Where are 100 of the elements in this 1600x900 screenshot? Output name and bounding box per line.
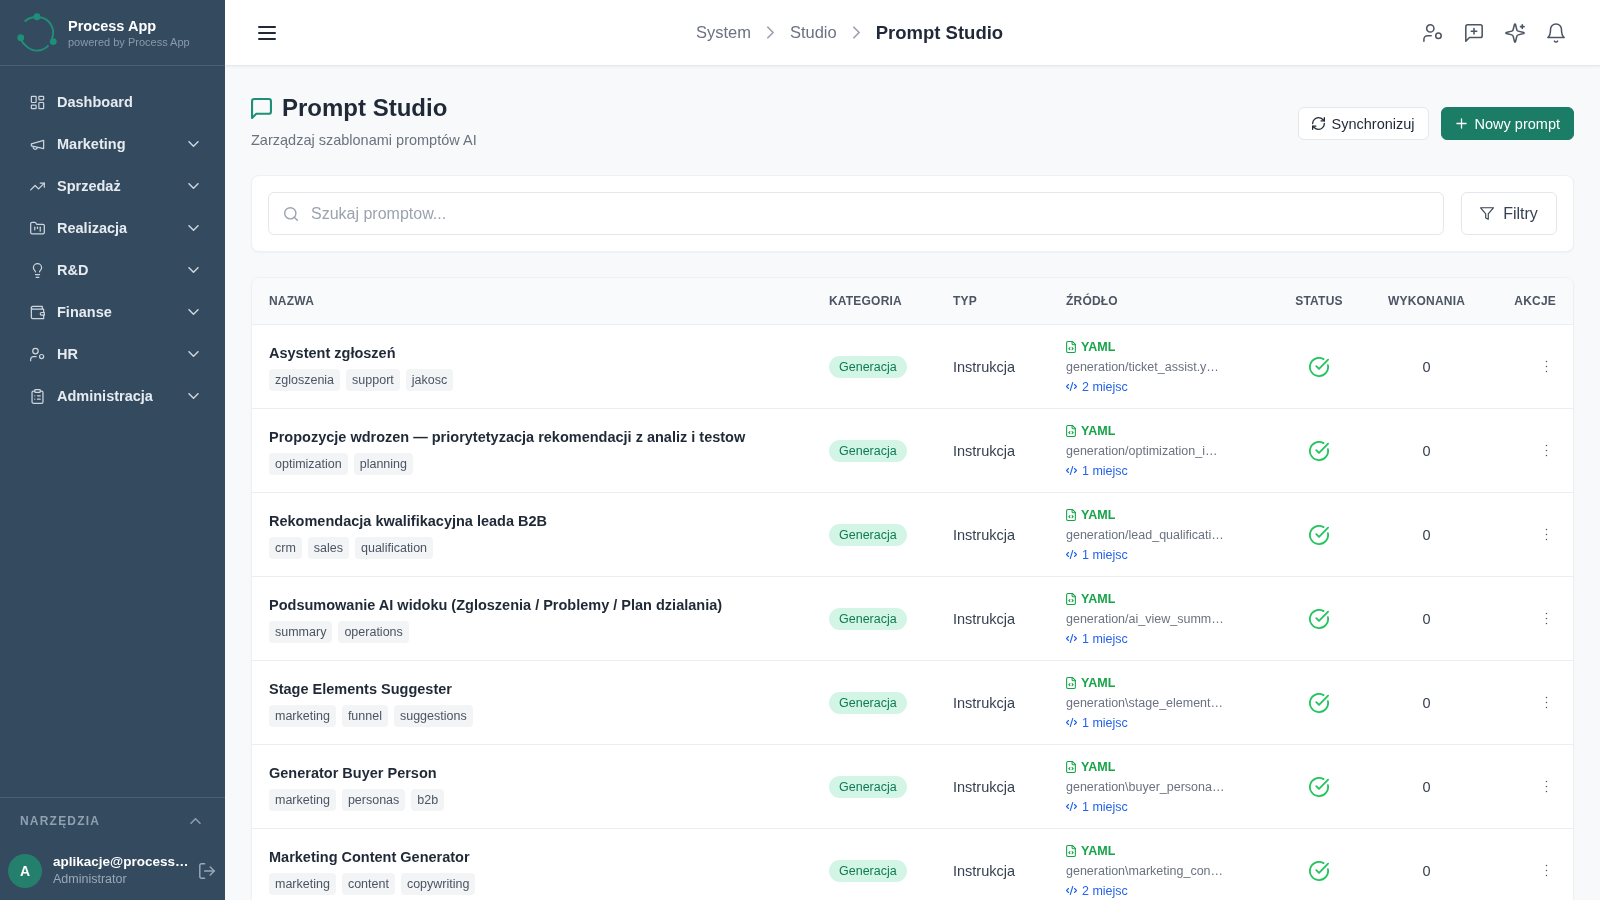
code-icon	[1066, 382, 1077, 391]
search-field[interactable]: Szukaj promptow...	[268, 192, 1444, 235]
tag: summary	[269, 620, 333, 643]
prompt-type: Instrukcja	[953, 778, 1016, 795]
source-format: YAML	[1081, 591, 1116, 606]
tag: optimization	[269, 452, 348, 475]
file-code-icon	[1066, 760, 1076, 773]
tag: planning	[353, 452, 413, 475]
logo-icon	[16, 11, 58, 54]
prompt-name[interactable]: Propozycje wdrozen — priorytetyzacja rekomendacji z analiz i testow	[269, 426, 746, 447]
nav-item[interactable]: HR	[12, 333, 217, 375]
lightbulb-icon	[30, 262, 45, 278]
usage-link[interactable]: 2 miejsc	[1066, 880, 1128, 900]
breadcrumb-link[interactable]: System	[695, 23, 751, 42]
prompt-type: Instrukcja	[953, 862, 1016, 879]
prompt-name[interactable]: Rekomendacja kwalifikacyjna leada B2B	[269, 510, 548, 531]
code-icon	[1066, 550, 1077, 559]
column-header: KATEGORIA	[829, 294, 902, 308]
source-path: generation/optimization_i…	[1066, 442, 1218, 460]
prompt-type: Instrukcja	[953, 526, 1016, 543]
wallet-icon	[30, 304, 45, 320]
run-count: 0	[1422, 694, 1431, 711]
tag: jakosc	[405, 368, 454, 391]
nav-item[interactable]: Dashboard	[12, 81, 217, 123]
prompt-name[interactable]: Generator Buyer Person	[269, 762, 437, 783]
file-code-icon	[1066, 676, 1076, 689]
folder-icon	[30, 220, 45, 236]
filter-icon	[1480, 207, 1495, 220]
run-count: 0	[1422, 610, 1431, 627]
breadcrumb-current: Prompt Studio	[875, 21, 1004, 44]
sync-button[interactable]: Synchronizuj	[1297, 107, 1429, 140]
code-icon	[1066, 466, 1077, 475]
file-code-icon	[1066, 844, 1076, 857]
nav-item[interactable]: Administracja	[12, 375, 217, 417]
sparkles-icon[interactable]	[1505, 22, 1525, 43]
tag: support	[346, 368, 400, 391]
run-count: 0	[1422, 358, 1431, 375]
usage-link[interactable]: 1 miejsc	[1066, 796, 1128, 817]
category-badge: Generacja	[829, 775, 907, 798]
user-email: aplikacje@process…	[53, 853, 189, 871]
nav-item[interactable]: Marketing	[12, 123, 217, 165]
nav-item[interactable]: Sprzedaż	[12, 165, 217, 207]
source-format: YAML	[1081, 507, 1116, 522]
nav-item[interactable]: R&D	[12, 249, 217, 291]
run-count: 0	[1422, 526, 1431, 543]
source-format: YAML	[1081, 759, 1116, 774]
app-tagline: powered by Process App	[68, 34, 190, 49]
category-badge: Generacja	[829, 523, 907, 546]
refresh-icon	[1311, 117, 1325, 130]
breadcrumb-link[interactable]: Studio	[789, 23, 837, 42]
tag: suggestions	[393, 704, 473, 727]
file-code-icon	[1066, 592, 1076, 605]
source-path: generation\buyer_persona…	[1066, 778, 1225, 796]
message-plus-icon[interactable]	[1464, 22, 1484, 43]
new-prompt-button[interactable]: Nowy prompt	[1440, 107, 1574, 140]
tag: marketing	[269, 704, 336, 727]
user-settings-icon[interactable]	[1423, 22, 1443, 43]
tag: operations	[338, 620, 409, 643]
filter-button[interactable]: Filtry	[1461, 192, 1557, 235]
file-code-icon	[1066, 424, 1076, 437]
tag: content	[341, 872, 395, 895]
chat-bubble-icon	[251, 97, 272, 119]
column-header: NAZWA	[269, 294, 314, 308]
source-format: YAML	[1081, 423, 1116, 438]
source-path: generation/lead_qualificati…	[1066, 526, 1224, 544]
page-title: Prompt Studio	[282, 93, 448, 123]
usage-link[interactable]: 1 miejsc	[1066, 544, 1128, 565]
prompt-name[interactable]: Marketing Content Generator	[269, 846, 470, 867]
column-header: AKCJE	[1514, 294, 1556, 308]
column-header: TYP	[953, 294, 977, 308]
usage-link[interactable]: 2 miejsc	[1066, 376, 1128, 397]
prompt-name[interactable]: Stage Elements Suggester	[269, 678, 452, 699]
usage-link[interactable]: 1 miejsc	[1066, 460, 1128, 481]
app-name: Process App	[68, 16, 158, 35]
bell-icon[interactable]	[1546, 22, 1566, 43]
menu-icon[interactable]	[258, 24, 276, 41]
run-count: 0	[1422, 442, 1431, 459]
prompt-type: Instrukcja	[953, 442, 1016, 459]
tag: zgloszenia	[269, 368, 341, 391]
user-avatar: A	[8, 853, 42, 888]
source-format: YAML	[1081, 675, 1116, 690]
category-badge: Generacja	[829, 859, 907, 882]
category-badge: Generacja	[829, 607, 907, 630]
tag: qualification	[355, 536, 434, 559]
usage-link[interactable]: 1 miejsc	[1066, 628, 1128, 649]
nav-item[interactable]: Realizacja	[12, 207, 217, 249]
tag: marketing	[269, 788, 336, 811]
nav-item[interactable]: Finanse	[12, 291, 217, 333]
prompt-type: Instrukcja	[953, 694, 1016, 711]
code-icon	[1066, 802, 1077, 811]
prompt-type: Instrukcja	[953, 358, 1016, 375]
usage-link[interactable]: 1 miejsc	[1066, 712, 1128, 733]
prompt-type: Instrukcja	[953, 610, 1016, 627]
prompt-name[interactable]: Asystent zgłoszeń	[269, 342, 396, 363]
column-header: WYKONANIA	[1387, 294, 1466, 308]
logout-icon[interactable]	[199, 862, 216, 879]
user-gear-icon	[30, 346, 45, 362]
prompt-name[interactable]: Podsumowanie AI widoku (Zgloszenia / Problemy / Plan dzialania)	[269, 594, 723, 615]
dashboard-icon	[30, 94, 45, 110]
source-format: YAML	[1081, 843, 1116, 858]
